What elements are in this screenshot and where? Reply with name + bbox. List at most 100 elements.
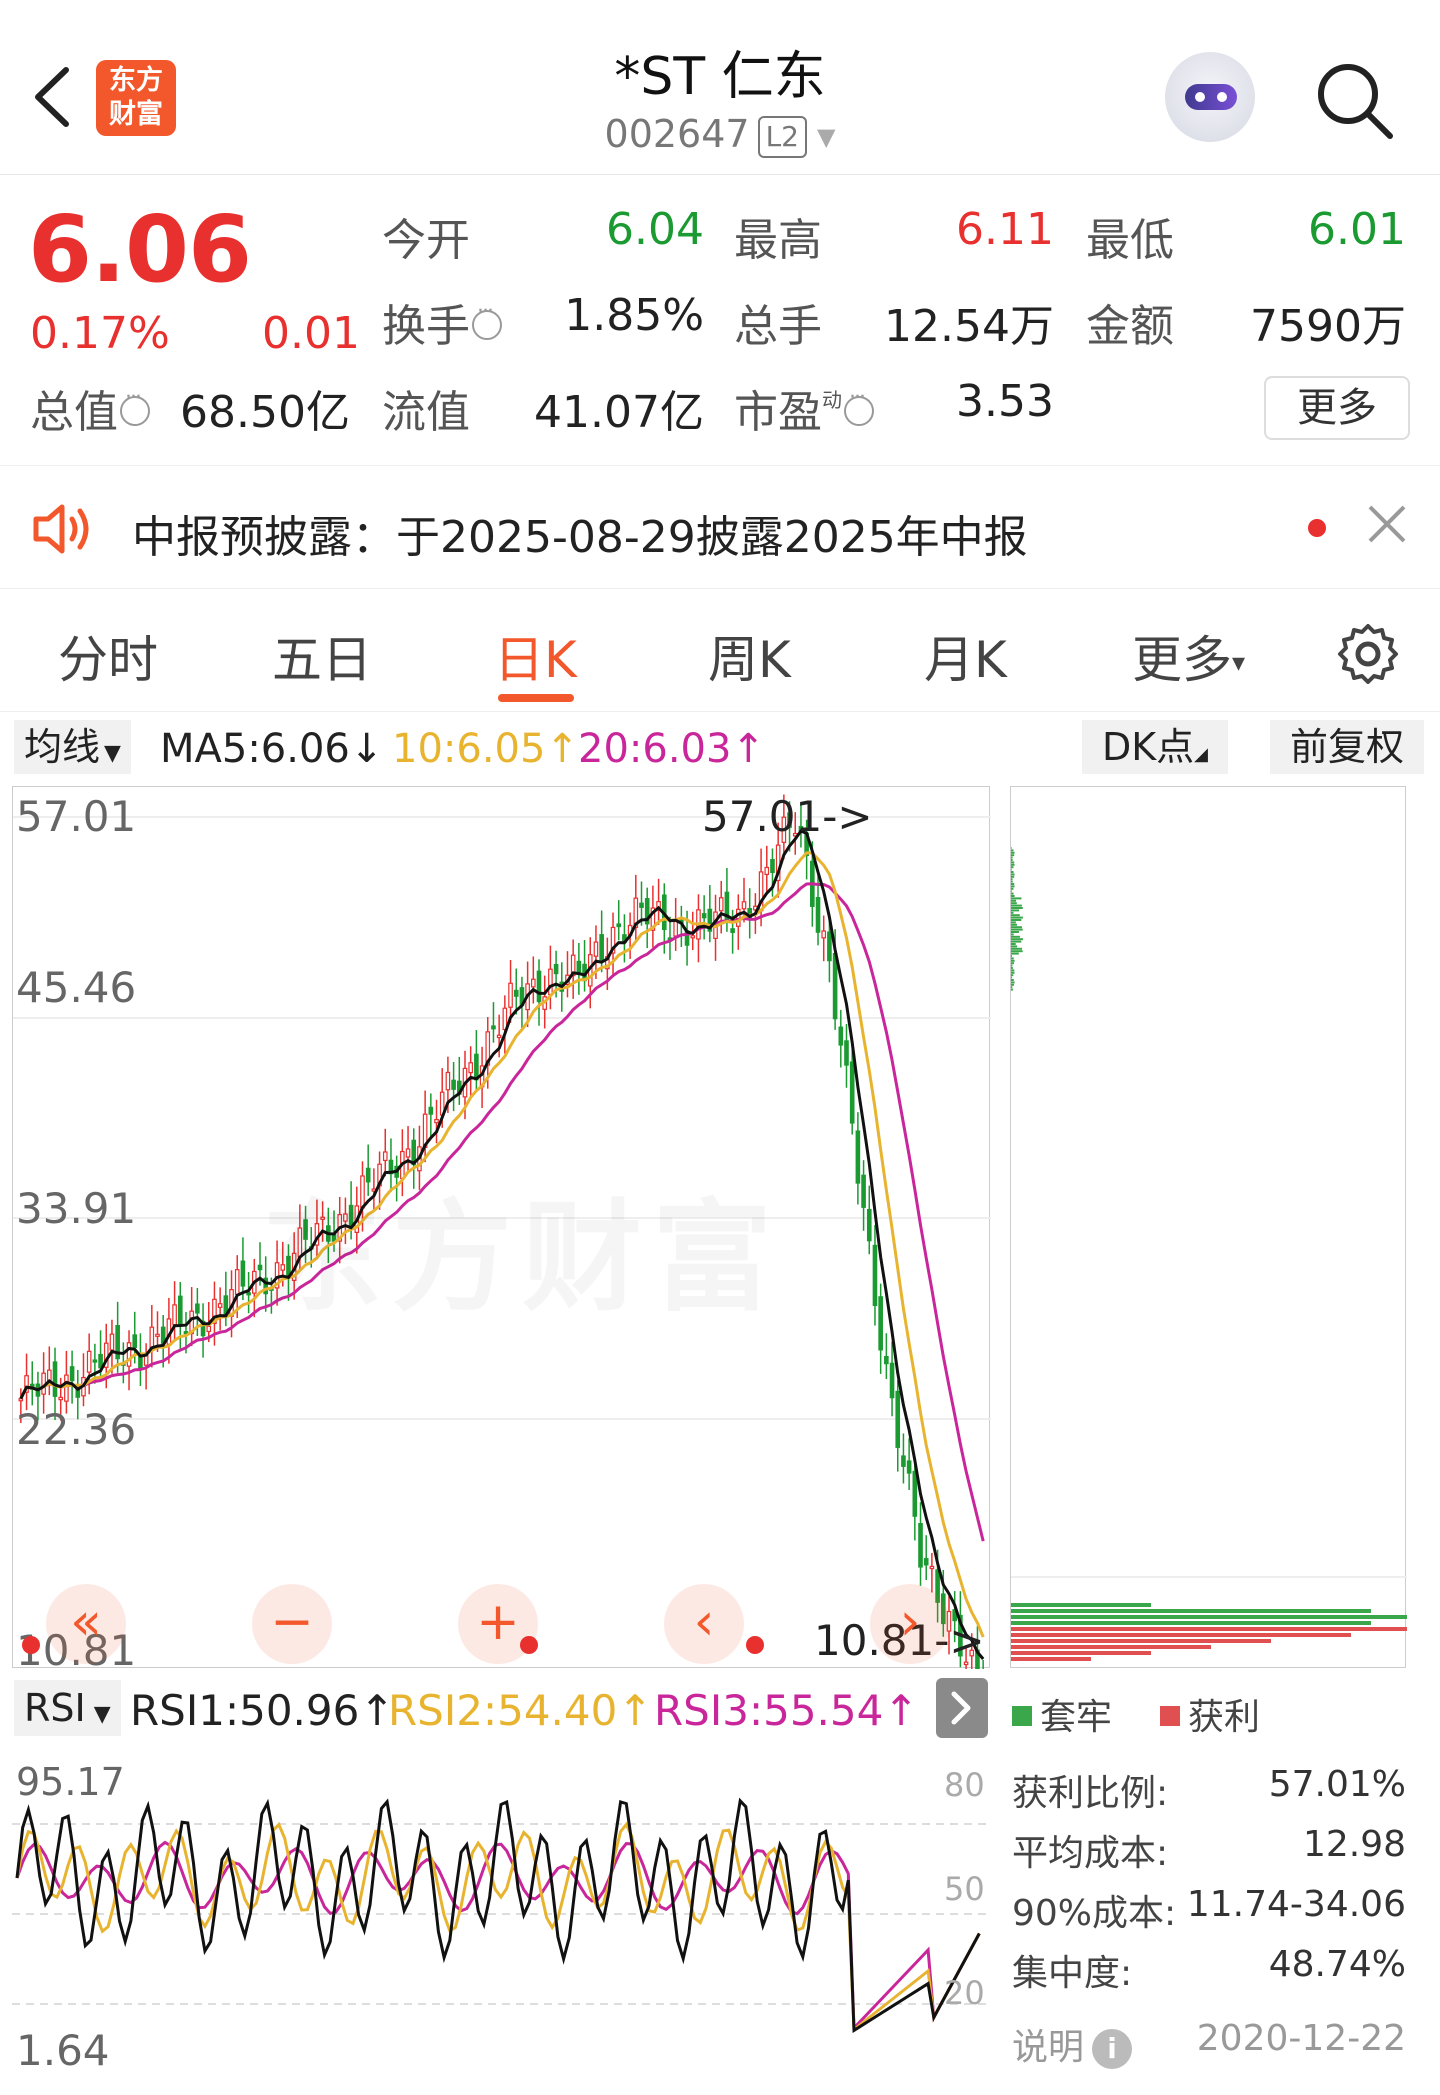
candle-body — [701, 913, 707, 919]
pe-label[interactable]: 市盈动 — [734, 376, 874, 440]
chip-bar — [1011, 1627, 1407, 1631]
gear-icon[interactable] — [1336, 622, 1400, 686]
tab-weekly-k[interactable]: 周K — [708, 620, 791, 692]
chip-bar — [1011, 904, 1022, 907]
candle-body — [217, 1303, 223, 1308]
low-label: 最低 — [1086, 215, 1174, 266]
y-tick-label: 22.36 — [16, 1405, 137, 1454]
amount-value: 7590万 — [1250, 301, 1406, 352]
search-icon[interactable] — [1312, 58, 1396, 142]
concentration-label: 集中度: — [1012, 1953, 1133, 1994]
chip-bar — [1011, 1615, 1407, 1619]
zoom-out-button[interactable]: − — [252, 1584, 332, 1664]
chip-bar — [1011, 926, 1022, 929]
candle-body — [468, 1062, 473, 1074]
notice-bar[interactable]: 中报预披露：于2025-08-29披露2025年中报 — [0, 467, 1440, 589]
caret-down-icon: ▼ — [93, 1702, 111, 1727]
chip-bar — [1011, 914, 1020, 917]
candle-body — [536, 970, 542, 1003]
chip-bar — [1011, 909, 1020, 912]
ma-indicator-bar: 均线 ▼ MA5:6.06↓ 10:6.05↑ 20:6.03↑ DK点◢ 前复权 — [0, 716, 1440, 776]
tab-more[interactable]: 更多▾ — [1132, 620, 1245, 692]
robot-assistant-icon[interactable] — [1165, 52, 1255, 142]
candle-body — [770, 859, 775, 874]
chip-bar — [1011, 938, 1023, 941]
profit-ratio-value: 57.01% — [1268, 1764, 1406, 1805]
high-label: 最高 — [734, 215, 822, 266]
chip-distribution-chart[interactable] — [1010, 786, 1407, 1668]
chip-bar — [1011, 952, 1019, 955]
rsi-chart[interactable] — [12, 1744, 990, 2084]
expand-right-icon[interactable] — [936, 1678, 988, 1738]
rsi-level-label: 20 — [944, 1974, 985, 2012]
explain-label: 说明 — [1012, 2027, 1085, 2068]
candle-body — [838, 1026, 844, 1046]
candle-body — [576, 960, 582, 974]
chip-bar — [1011, 971, 1015, 974]
legend-swatch — [1160, 1706, 1180, 1726]
event-dot — [22, 1636, 40, 1654]
unread-dot — [1308, 519, 1326, 537]
y-tick-label: 45.46 — [16, 963, 137, 1012]
candle-body — [861, 1174, 866, 1208]
chip-bar — [1011, 979, 1014, 981]
indicator-selector[interactable]: RSI ▼ — [14, 1680, 121, 1736]
candle-body — [815, 897, 821, 933]
candle-body — [451, 1079, 456, 1090]
more-info-icon[interactable] — [472, 299, 502, 340]
candle-body — [126, 1342, 132, 1367]
tab-five-day[interactable]: 五日 — [272, 620, 372, 692]
close-icon[interactable] — [1362, 499, 1412, 549]
rsi-level-label: 50 — [944, 1870, 985, 1908]
chip-bar — [1011, 919, 1022, 921]
turnover-label[interactable]: 换手 — [382, 290, 502, 354]
candle-body — [821, 930, 827, 939]
market-cap-value: 68.50亿 — [180, 387, 350, 438]
explain-link[interactable]: 说明 i — [1012, 2018, 1133, 2070]
candle-body — [496, 1034, 502, 1039]
candle-body — [827, 931, 832, 962]
scroll-left-button[interactable]: ‹ — [664, 1584, 744, 1664]
chip-date: 2020-12-22 — [1196, 2018, 1406, 2059]
turnover-value: 1.85% — [564, 290, 704, 341]
chip-bar — [1011, 959, 1015, 962]
chip-bar — [1011, 883, 1015, 885]
candle-body — [929, 1565, 935, 1570]
quote-panel: 6.06 0.17% 0.01 今开 6.04 最高 6.11 最低 6.01 … — [0, 176, 1440, 466]
candle-body — [741, 901, 747, 910]
ma20-readout: 20:6.03↑ — [578, 726, 765, 772]
candle-body — [923, 1558, 929, 1566]
caret-down-icon: ▼ — [104, 741, 121, 766]
dk-point-toggle[interactable]: DK点◢ — [1082, 720, 1228, 774]
tab-monthly-k[interactable]: 月K — [924, 620, 1007, 692]
rsi2-readout: RSI2:54.40↑ — [388, 1686, 653, 1735]
chip-bar — [1011, 986, 1013, 989]
forward-adjust-button[interactable]: 前复权 — [1270, 720, 1424, 774]
ma20-value: 20:6.03 — [578, 726, 732, 772]
market-cap-label[interactable]: 总值 — [30, 376, 150, 440]
chip-bar — [1011, 1645, 1211, 1649]
ma-selector[interactable]: 均线 ▼ — [14, 720, 131, 774]
rsi-level-label: 80 — [944, 1766, 985, 1804]
scroll-right-button[interactable]: › — [870, 1584, 950, 1664]
tab-daily-k[interactable]: 日K — [494, 620, 577, 692]
more-info-icon[interactable] — [120, 385, 150, 426]
dropdown-triangle-icon[interactable]: ▼ — [817, 123, 835, 151]
chip-bar — [1011, 988, 1013, 991]
pe-dynamic-mark: 动 — [822, 388, 842, 412]
candle-body — [844, 1040, 849, 1066]
chip-bar — [1011, 950, 1023, 953]
last-price: 6.06 — [28, 196, 252, 303]
tab-intraday[interactable]: 分时 — [58, 620, 158, 692]
candle-body — [234, 1269, 240, 1295]
chip-bar — [1011, 1621, 1371, 1625]
candle-body — [52, 1361, 58, 1397]
more-quote-button[interactable]: 更多 — [1264, 376, 1410, 440]
candle-body — [491, 1025, 496, 1030]
rsi-indicator-bar: RSI ▼ RSI1:50.96↑ RSI2:54.40↑ RSI3:55.54↑ — [0, 1676, 1000, 1740]
more-info-icon[interactable] — [844, 385, 874, 426]
high-value: 6.11 — [956, 204, 1054, 255]
chip-bar — [1011, 916, 1023, 919]
scroll-left-fast-button[interactable]: « — [46, 1584, 126, 1664]
float-cap-value: 41.07亿 — [534, 387, 704, 438]
